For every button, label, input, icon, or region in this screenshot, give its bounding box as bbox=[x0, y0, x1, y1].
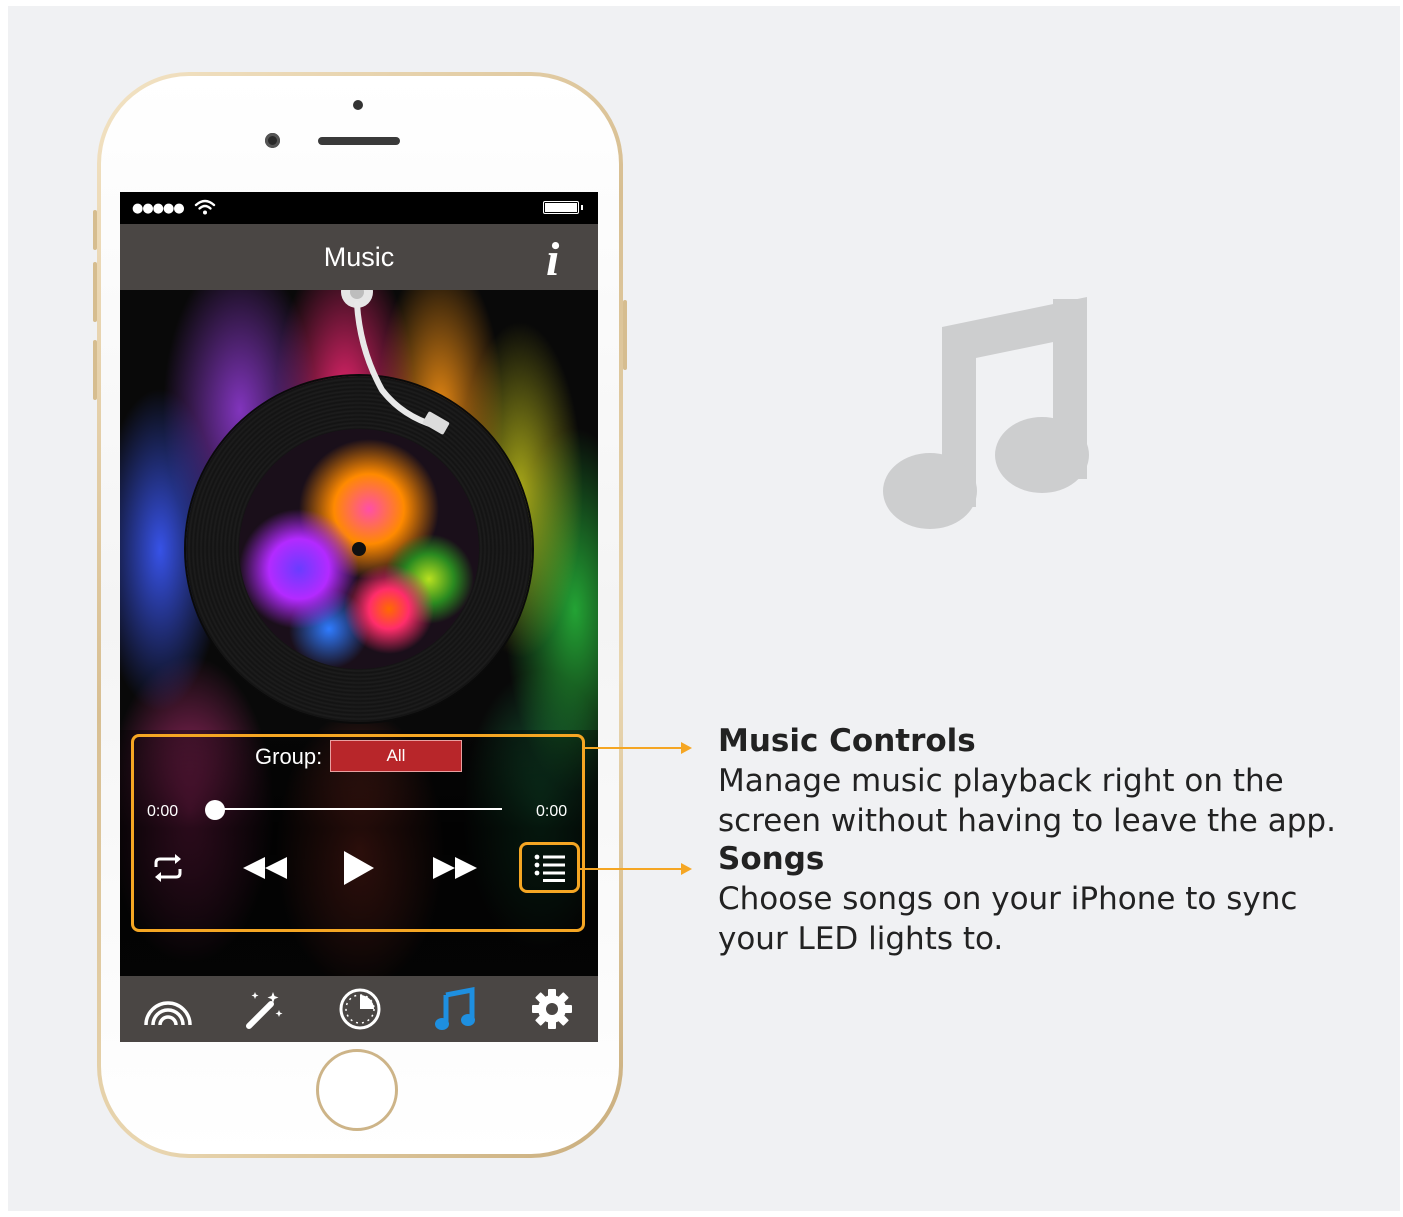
tab-effects[interactable] bbox=[216, 976, 312, 1042]
tab-rainbow[interactable] bbox=[120, 976, 216, 1042]
status-bar: ●●●●● bbox=[120, 192, 598, 224]
signal-strength: ●●●●● bbox=[132, 201, 185, 216]
music-controls-highlight bbox=[131, 734, 585, 932]
rainbow-icon bbox=[144, 1001, 192, 1026]
music-controls-arrow bbox=[585, 747, 681, 749]
mute-switch bbox=[93, 340, 97, 400]
volume-up-button bbox=[93, 210, 97, 250]
tab-music[interactable] bbox=[408, 976, 504, 1042]
battery-icon bbox=[543, 201, 579, 214]
record-spindle bbox=[352, 542, 366, 556]
home-button[interactable] bbox=[316, 1049, 398, 1131]
music-controls-title: Music Controls bbox=[718, 723, 976, 759]
earpiece-speaker bbox=[318, 137, 400, 145]
tonearm bbox=[341, 290, 450, 435]
magic-wand-icon bbox=[246, 992, 283, 1029]
proximity-sensor bbox=[353, 100, 363, 110]
info-icon[interactable]: i bbox=[546, 232, 559, 287]
songs-title: Songs bbox=[718, 841, 825, 877]
power-button bbox=[623, 300, 627, 370]
music-note-icon bbox=[883, 297, 1089, 529]
songs-annotation: Songs Choose songs on your iPhone to syn… bbox=[718, 839, 1358, 959]
songs-arrowhead bbox=[681, 863, 692, 875]
music-controls-arrowhead bbox=[681, 742, 692, 754]
timer-icon bbox=[339, 988, 381, 1030]
front-camera bbox=[265, 133, 280, 148]
songs-description: Choose songs on your iPhone to sync your… bbox=[718, 881, 1298, 957]
nav-bar: Music i bbox=[120, 224, 598, 290]
wifi-icon bbox=[194, 199, 216, 215]
tab-settings[interactable] bbox=[504, 976, 598, 1042]
battery-tip bbox=[581, 205, 583, 210]
volume-down-button bbox=[93, 262, 97, 322]
gear-icon bbox=[532, 989, 572, 1029]
music-controls-description: Manage music playback right on the scree… bbox=[718, 763, 1336, 839]
songs-arrow bbox=[580, 868, 681, 870]
music-note-icon bbox=[435, 987, 475, 1030]
tab-bar bbox=[120, 976, 598, 1042]
page-title: Music bbox=[323, 242, 395, 272]
songs-highlight bbox=[519, 842, 580, 893]
music-controls-annotation: Music Controls Manage music playback rig… bbox=[718, 721, 1358, 841]
tab-timer[interactable] bbox=[312, 976, 408, 1042]
